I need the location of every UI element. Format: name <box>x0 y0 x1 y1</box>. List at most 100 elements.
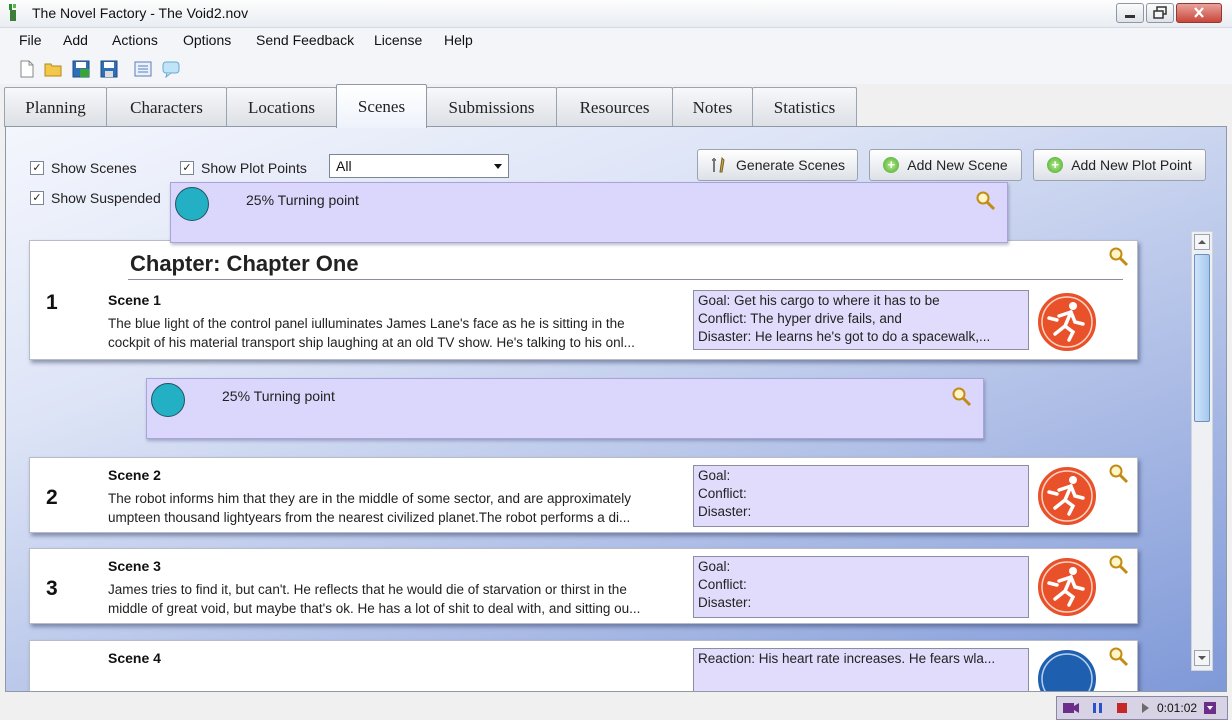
chapter-title: Chapter: Chapter One <box>130 251 359 276</box>
magnifier-icon[interactable] <box>1108 246 1130 268</box>
scene-card[interactable]: Scene 4 Reaction: His heart rate increas… <box>29 640 1138 691</box>
chevron-down-icon <box>1198 656 1206 660</box>
recording-timer: 0:01:02 <box>1157 701 1198 715</box>
scene-description: James tries to find it, but can't. He re… <box>108 580 688 618</box>
scene-title: Scene 1 <box>108 292 161 308</box>
new-file-icon[interactable] <box>18 60 36 78</box>
menu-send-feedback[interactable]: Send Feedback <box>256 32 354 48</box>
scene-card[interactable]: Chapter: Chapter One 1 Scene 1 The blue … <box>29 240 1138 360</box>
goal-conflict-disaster: Reaction: His heart rate increases. He f… <box>693 648 1029 691</box>
scene-description-line: The blue light of the control panel iull… <box>108 316 625 331</box>
magnifier-icon[interactable] <box>1108 646 1130 668</box>
magnifier-icon[interactable] <box>975 190 997 212</box>
menu-actions[interactable]: Actions <box>112 32 158 48</box>
scene-card[interactable]: 2 Scene 2 The robot informs him that the… <box>29 457 1138 533</box>
tab-strip: Planning Characters Locations Scenes Sub… <box>0 84 1232 128</box>
plus-icon: + <box>883 157 900 173</box>
tab-planning[interactable]: Planning <box>4 87 107 127</box>
chevron-up-icon <box>1198 240 1206 244</box>
action-scene-icon <box>1036 556 1098 618</box>
disaster-text: Disaster: <box>698 595 752 610</box>
tab-statistics[interactable]: Statistics <box>752 87 857 127</box>
menu-bar: File Add Actions Options Send Feedback L… <box>0 28 1232 54</box>
generate-scenes-button[interactable]: Generate Scenes <box>697 149 858 181</box>
scroll-up-button[interactable] <box>1194 234 1210 250</box>
scene-title: Scene 4 <box>108 650 161 666</box>
add-new-scene-button[interactable]: + Add New Scene <box>869 149 1022 181</box>
checkmark-icon: ✓ <box>30 161 44 175</box>
magnifier-icon[interactable] <box>951 386 973 408</box>
save-icon[interactable] <box>100 60 118 78</box>
scene-number: 3 <box>46 577 58 600</box>
goal-conflict-disaster: Goal: Conflict: Disaster: <box>693 556 1029 618</box>
add-new-plot-point-label: Add New Plot Point <box>1071 157 1192 173</box>
plus-icon: + <box>1047 157 1064 173</box>
pause-icon[interactable] <box>1089 699 1107 717</box>
menu-file[interactable]: File <box>19 32 42 48</box>
scroll-down-button[interactable] <box>1194 650 1210 666</box>
scenes-panel: ✓ Show Scenes ✓ Show Plot Points ✓ Show … <box>5 126 1227 692</box>
plot-point-dot-icon <box>175 187 209 221</box>
tab-resources[interactable]: Resources <box>556 87 673 127</box>
scene-description: The blue light of the control panel iull… <box>108 314 688 352</box>
menu-add[interactable]: Add <box>63 32 88 48</box>
show-plot-points-checkbox[interactable]: ✓ Show Plot Points <box>180 160 307 176</box>
tab-characters[interactable]: Characters <box>106 87 227 127</box>
list-icon[interactable] <box>134 60 152 78</box>
show-suspended-label: Show Suspended <box>51 190 161 206</box>
close-button[interactable] <box>1176 3 1222 23</box>
restore-icon <box>1153 6 1167 19</box>
tab-locations[interactable]: Locations <box>226 87 337 127</box>
restore-button[interactable] <box>1146 3 1174 23</box>
scroll-thumb[interactable] <box>1194 254 1210 422</box>
scene-number: 1 <box>46 291 58 314</box>
scene-description-line: umpteen thousand lightyears from the nea… <box>108 510 631 525</box>
menu-options[interactable]: Options <box>183 32 231 48</box>
close-icon <box>1194 7 1204 18</box>
plot-point-card[interactable]: 25% Turning point <box>146 378 984 439</box>
plot-filter-value: All <box>336 158 352 174</box>
scene-description: The robot informs him that they are in t… <box>108 489 688 527</box>
menu-license[interactable]: License <box>374 32 422 48</box>
toolbar <box>0 54 1232 84</box>
vertical-scrollbar[interactable] <box>1191 231 1213 671</box>
scene-description-line: cockpit of his material transport ship l… <box>108 335 635 350</box>
add-new-plot-point-button[interactable]: + Add New Plot Point <box>1033 149 1206 181</box>
scene-card[interactable]: 3 Scene 3 James tries to find it, but ca… <box>29 548 1138 624</box>
disaster-text: Disaster: He learns he's got to do a spa… <box>698 329 991 344</box>
reaction-scene-icon <box>1036 648 1098 691</box>
chevron-down-icon <box>494 164 502 169</box>
tab-scenes[interactable]: Scenes <box>336 84 427 128</box>
title-bar: The Novel Factory - The Void2.nov <box>0 0 1232 28</box>
show-scenes-checkbox[interactable]: ✓ Show Scenes <box>30 160 137 176</box>
magnifier-icon[interactable] <box>1108 554 1130 576</box>
conflict-text: Conflict: <box>698 486 747 501</box>
checkmark-icon: ✓ <box>30 191 44 205</box>
goal-text: Goal: <box>698 559 731 574</box>
save-as-icon[interactable] <box>72 60 90 78</box>
minimize-icon <box>1125 15 1135 18</box>
tab-submissions[interactable]: Submissions <box>426 87 557 127</box>
open-folder-icon[interactable] <box>44 60 62 78</box>
tab-notes[interactable]: Notes <box>672 87 753 127</box>
plot-point-card[interactable]: 25% Turning point <box>170 182 1008 243</box>
dropdown-icon[interactable] <box>1203 701 1217 715</box>
scene-description-line: middle of great void, but maybe that's o… <box>108 601 641 616</box>
action-scene-icon <box>1036 465 1098 527</box>
show-suspended-checkbox[interactable]: ✓ Show Suspended <box>30 190 161 206</box>
goal-text: Goal: Get his cargo to where it has to b… <box>698 293 940 308</box>
minimize-button[interactable] <box>1116 3 1144 23</box>
stop-icon[interactable] <box>1113 699 1131 717</box>
magnifier-icon[interactable] <box>1108 463 1130 485</box>
scene-description-line: The robot informs him that they are in t… <box>108 491 632 506</box>
chapter-divider <box>128 279 1123 280</box>
play-icon[interactable] <box>1137 699 1153 717</box>
checkmark-icon: ✓ <box>180 161 194 175</box>
camera-icon[interactable] <box>1061 698 1081 718</box>
plot-filter-select[interactable]: All <box>329 154 509 178</box>
disaster-text: Disaster: <box>698 504 752 519</box>
menu-help[interactable]: Help <box>444 32 473 48</box>
plot-point-label: 25% Turning point <box>246 192 359 208</box>
chat-icon[interactable] <box>162 60 180 78</box>
reaction-text: Reaction: His heart rate increases. He f… <box>698 651 996 666</box>
